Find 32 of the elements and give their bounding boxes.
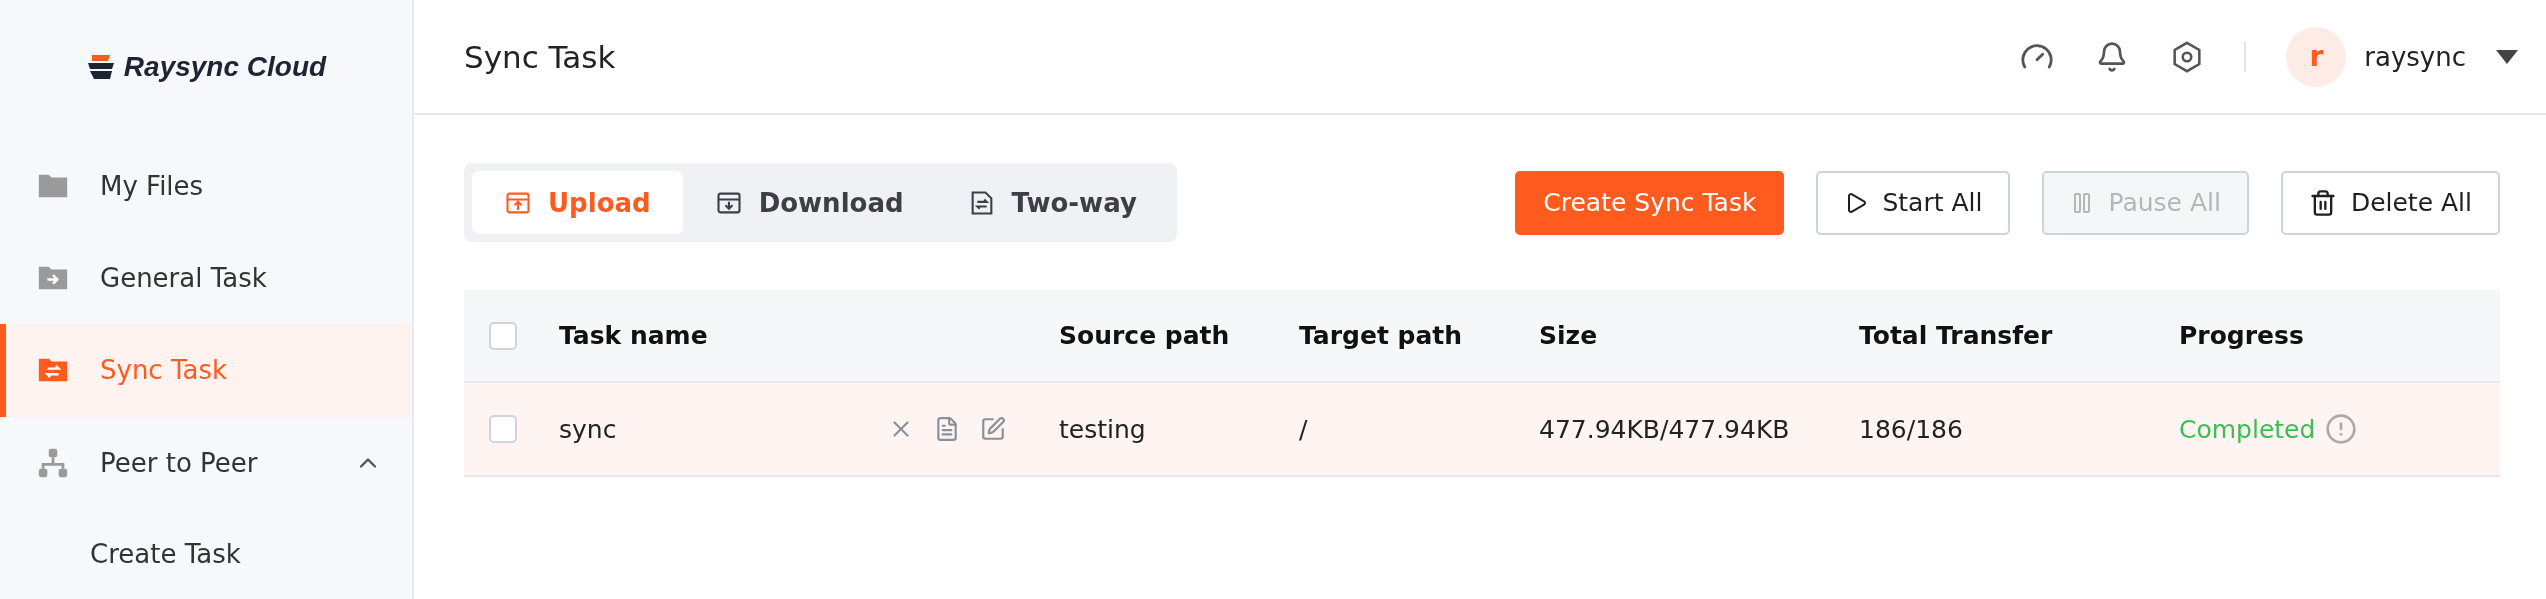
table-row[interactable]: sync testing / 477.94KB/477.94KB 186/186 Completed	[464, 383, 2500, 477]
status-text: Completed	[2179, 414, 2316, 444]
table-cell-text: 186/186	[1858, 414, 1964, 444]
trash-icon	[2308, 188, 2337, 217]
edit-icon[interactable]	[980, 416, 1006, 442]
checkbox[interactable]	[489, 321, 517, 350]
logo-text: Raysync Cloud	[123, 51, 327, 83]
column-header: Task name	[558, 321, 709, 350]
column-header: Size	[1538, 321, 1599, 350]
tab[interactable]: Download	[682, 171, 936, 234]
table-cell-text: sync	[559, 414, 618, 444]
sidebar-item[interactable]: Peer to Peer	[0, 416, 412, 509]
logo-icon	[85, 53, 116, 81]
action-button[interactable]: Delete All	[2280, 170, 2500, 235]
page-title: Sync Task	[464, 38, 617, 75]
caret-icon[interactable]	[2496, 49, 2518, 64]
column-header: Source path	[1058, 321, 1231, 350]
column-header: Total Transfer	[1858, 321, 2054, 350]
table-cell-text: testing	[1058, 414, 1147, 444]
column-header: Target path	[1298, 321, 1464, 350]
column-header: Progress	[2178, 321, 2305, 350]
document-icon[interactable]	[934, 416, 960, 442]
user-name[interactable]: raysync	[2364, 41, 2466, 72]
sidebar-item[interactable]: General Task	[0, 232, 412, 325]
tab[interactable]: Two-way	[935, 171, 1169, 234]
action-button[interactable]: Start All	[1816, 170, 2011, 235]
sidebar-subitem[interactable]: Create Task	[0, 508, 412, 599]
info-icon[interactable]	[2325, 413, 2358, 445]
checkbox[interactable]	[489, 415, 517, 443]
table-cell-text: 477.94KB/477.94KB	[1538, 414, 1791, 444]
sidebar-item[interactable]: My Files	[0, 140, 412, 233]
table-cell-text: /	[1298, 414, 1309, 444]
